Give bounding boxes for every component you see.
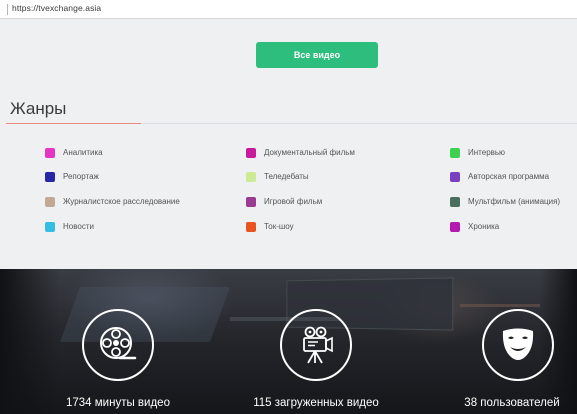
genre-label: Репортаж (63, 172, 99, 181)
stats-section: 1734 минуты видео 115 загруженных видео (0, 269, 577, 414)
url-text[interactable]: https://tvexchange.asia (12, 3, 101, 13)
genre-color-swatch (45, 197, 55, 207)
background-light-streak (460, 304, 540, 307)
genres-divider (141, 123, 577, 124)
genre-color-swatch (246, 197, 256, 207)
genre-label: Игровой фильм (264, 197, 323, 206)
genre-label: Документальный фильм (264, 148, 355, 157)
genre-color-swatch (246, 148, 256, 158)
genre-color-swatch (45, 172, 55, 182)
address-bar-separator (7, 4, 8, 15)
stat-uploaded-text: 115 загруженных видео (253, 397, 379, 409)
film-reel-icon (82, 309, 154, 381)
address-bar[interactable]: https://tvexchange.asia (0, 0, 577, 19)
genre-label: Аналитика (63, 148, 103, 157)
genre-label: Теледебаты (264, 172, 309, 181)
genre-color-swatch (45, 148, 55, 158)
genre-color-swatch (246, 172, 256, 182)
genre-label: Хроника (468, 222, 500, 231)
genre-color-swatch (246, 222, 256, 232)
genres-section: Все видео Жанры Аналитика Репортаж Журна… (0, 19, 577, 269)
genre-color-swatch (450, 222, 460, 232)
genre-label: Авторская программа (468, 172, 550, 181)
all-videos-button[interactable]: Все видео (256, 42, 378, 68)
background-left-vignette (0, 269, 60, 414)
genres-title-underline (6, 123, 141, 124)
genre-color-swatch (450, 197, 460, 207)
genre-color-swatch (45, 222, 55, 232)
genre-label: Новости (63, 222, 94, 231)
genre-color-swatch (450, 172, 460, 182)
genres-title: Жанры (10, 99, 67, 118)
genre-color-swatch (450, 148, 460, 158)
genre-label: Интервью (468, 148, 506, 157)
stat-users-text: 38 пользователей (464, 397, 560, 409)
genre-label: Журналистское расследование (63, 197, 180, 206)
video-camera-icon (280, 309, 352, 381)
genre-label: Ток-шоу (264, 222, 294, 231)
stat-minutes-text: 1734 минуты видео (66, 397, 170, 409)
genre-label: Мультфильм (анимация) (468, 197, 561, 206)
theater-mask-icon (482, 309, 554, 381)
